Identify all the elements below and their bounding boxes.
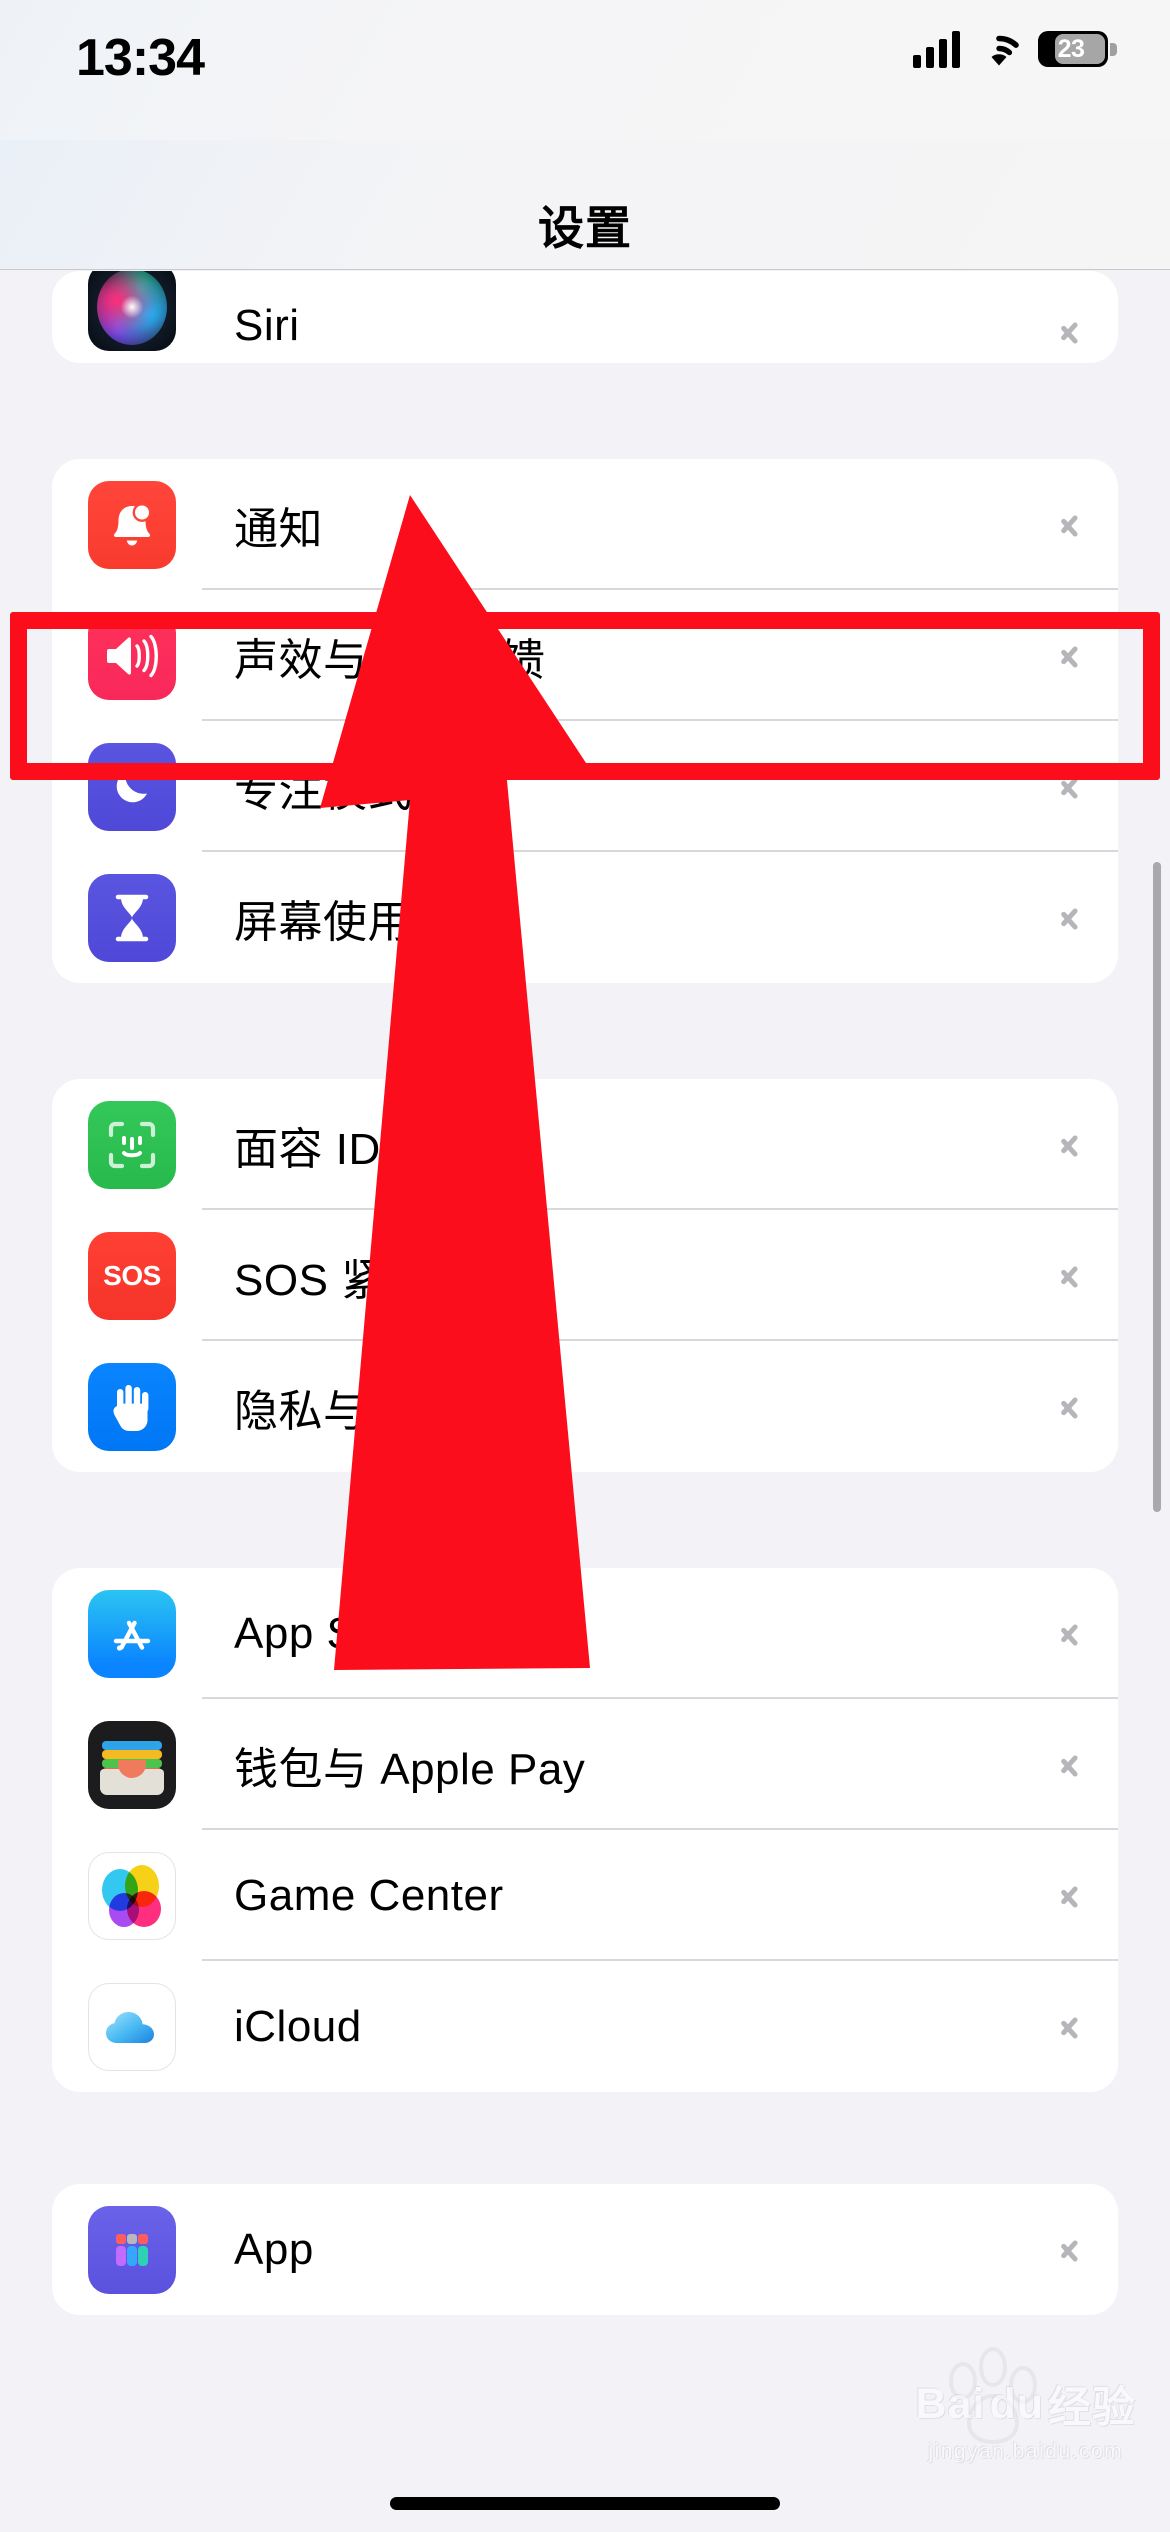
cellular-signal-icon [913,30,960,68]
settings-group-services: App Store 钱包与 Apple Pay Game Center iClo… [52,1568,1118,2092]
chevron-right-icon [1060,1257,1082,1295]
settings-row-label: 通知 [234,504,323,554]
nav-bar: 设置 [0,140,1170,270]
settings-row-game-center[interactable]: Game Center [52,1830,1118,1961]
settings-scroll-view[interactable]: Siri 通知 声效与触感反馈 专注模式 屏幕使用时间 面容 ID 与密码 SO… [0,271,1170,2532]
chevron-right-icon [1060,1877,1082,1915]
settings-row-label: 屏幕使用时间 [234,897,501,947]
chevron-right-icon [1060,313,1082,351]
settings-row-app-store[interactable]: App Store [52,1568,1118,1699]
watermark-brand: Bai [915,2379,986,2428]
game-center-icon [88,1851,176,1940]
status-bar: 13:34 23 [0,0,1170,140]
chevron-right-icon [1060,2231,1082,2269]
settings-row-icloud[interactable]: iCloud [52,1961,1118,2092]
chevron-right-icon [1060,1388,1082,1426]
hand-raised-icon [88,1362,176,1451]
settings-row-label: Siri [234,301,300,350]
settings-row-label: 钱包与 Apple Pay [234,1744,586,1794]
nav-bar-hairline [0,269,1170,270]
settings-row-wallet[interactable]: 钱包与 Apple Pay [52,1699,1118,1830]
hourglass-icon [88,873,176,962]
settings-row-focus[interactable]: 专注模式 [52,721,1118,852]
home-indicator[interactable] [390,2497,780,2510]
page-title: 设置 [538,202,632,254]
wifi-icon [976,31,1022,67]
icloud-icon [88,1982,176,2071]
settings-group-security: 面容 ID 与密码 SOS SOS 紧急联络 隐私与安全性 [52,1079,1118,1472]
chevron-right-icon [1060,2008,1082,2046]
settings-row-label: 隐私与安全性 [234,1386,501,1436]
app-grid-icon [88,2205,176,2294]
watermark-suffix: 经验 [1048,2384,1136,2432]
settings-row-sounds-haptics[interactable]: 声效与触感反馈 [52,590,1118,721]
sos-icon: SOS [88,1231,176,1320]
watermark-brand-tail: du [989,2379,1044,2428]
scrollbar-thumb[interactable] [1153,862,1161,1512]
siri-icon [88,271,176,351]
settings-row-notifications[interactable]: 通知 [52,459,1118,590]
settings-row-label: Game Center [234,1870,504,1920]
settings-row-siri[interactable]: Siri [52,271,1118,363]
settings-row-screen-time[interactable]: 屏幕使用时间 [52,852,1118,983]
settings-row-emergency-sos[interactable]: SOS SOS 紧急联络 [52,1210,1118,1341]
settings-group-apps: App [52,2184,1118,2315]
settings-row-app[interactable]: App [52,2184,1118,2315]
settings-row-label: 面容 ID 与密码 [234,1124,527,1174]
status-bar-indicators: 23 [913,30,1117,68]
iphone-screen: Siri 通知 声效与触感反馈 专注模式 屏幕使用时间 面容 ID 与密码 SO… [0,0,1170,2532]
chevron-right-icon [1060,899,1082,937]
settings-row-label: App [234,2224,314,2274]
wallet-icon [88,1720,176,1809]
settings-row-label: SOS 紧急联络 [234,1255,520,1305]
chevron-right-icon [1060,1615,1082,1653]
settings-row-label: 声效与触感反馈 [234,635,546,685]
settings-group-siri: Siri [52,271,1118,363]
settings-row-label: iCloud [234,2001,362,2051]
settings-group-notifications: 通知 声效与触感反馈 专注模式 屏幕使用时间 [52,459,1118,983]
chevron-right-icon [1060,768,1082,806]
crescent-moon-icon [88,742,176,831]
settings-row-label: 专注模式 [234,766,412,816]
watermark-url: jingyan.baidu.com [928,2440,1124,2463]
chevron-right-icon [1060,1746,1082,1784]
status-bar-clock: 13:34 [76,29,205,87]
chevron-right-icon [1060,506,1082,544]
settings-row-privacy[interactable]: 隐私与安全性 [52,1341,1118,1472]
speaker-waves-icon [88,611,176,700]
settings-row-label: App Store [234,1608,435,1658]
app-store-icon [88,1589,176,1678]
chevron-right-icon [1060,1126,1082,1164]
battery-percent-label: 23 [1057,34,1085,63]
settings-row-face-id[interactable]: 面容 ID 与密码 [52,1079,1118,1210]
watermark: Bai du 经验 jingyan.baidu.com [916,2373,1136,2464]
face-id-icon [88,1100,176,1189]
battery-icon: 23 [1038,31,1117,67]
chevron-right-icon [1060,637,1082,675]
bell-icon [88,480,176,569]
